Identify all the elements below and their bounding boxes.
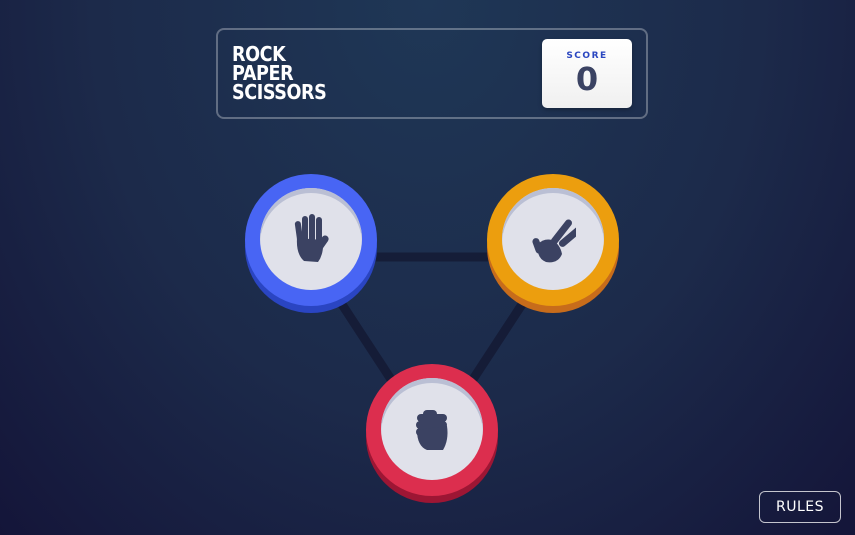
paper-token[interactable] — [245, 174, 377, 310]
rules-button[interactable]: RULES — [759, 491, 841, 523]
paper-hand-icon — [294, 214, 329, 262]
scissors-hand-icon — [532, 219, 576, 263]
rock-token[interactable] — [366, 364, 498, 500]
scissors-token[interactable] — [487, 174, 619, 310]
rock-fist-icon — [416, 410, 448, 450]
